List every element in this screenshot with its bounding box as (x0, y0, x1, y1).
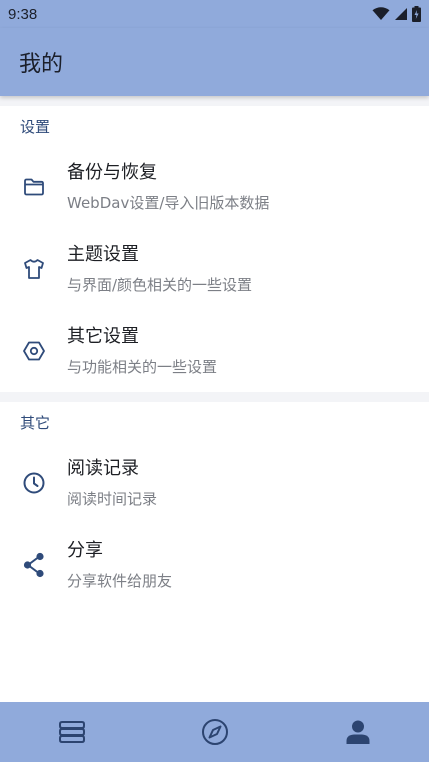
nav-explore[interactable] (180, 702, 250, 762)
person-icon (346, 720, 369, 744)
item-subtitle: 分享软件给朋友 (67, 572, 173, 590)
wifi-icon (372, 7, 390, 21)
compass-icon (201, 719, 228, 745)
item-subtitle: 与功能相关的一些设置 (67, 358, 218, 376)
page-title: 我的 (19, 52, 64, 77)
clock-icon (0, 471, 67, 495)
nav-mine[interactable] (323, 702, 393, 762)
folder-icon (0, 177, 67, 197)
list-item-backup-restore[interactable]: 备份与恢复 WebDav设置/导入旧版本数据 (0, 146, 429, 228)
section-divider (0, 392, 429, 402)
bottom-navigation (0, 702, 429, 762)
item-title: 主题设置 (67, 244, 139, 265)
item-subtitle: 与界面/颜色相关的一些设置 (67, 276, 253, 294)
section-spacer (0, 96, 429, 106)
status-bar: 9:38 (0, 0, 429, 28)
share-icon (0, 552, 67, 578)
hex-nut-icon (0, 341, 67, 361)
list-item-other-settings[interactable]: 其它设置 与功能相关的一些设置 (0, 310, 429, 392)
signal-icon (395, 8, 407, 20)
list-item-share[interactable]: 分享 分享软件给朋友 (0, 524, 429, 606)
settings-list: 设置 备份与恢复 WebDav设置/导入旧版本数据 主题设置 与界面/颜色相关的… (0, 96, 429, 702)
list-item-theme-settings[interactable]: 主题设置 与界面/颜色相关的一些设置 (0, 228, 429, 310)
item-title: 备份与恢复 (67, 162, 157, 183)
item-title: 阅读记录 (67, 458, 139, 479)
item-subtitle: 阅读时间记录 (67, 490, 158, 508)
item-title: 分享 (67, 540, 103, 561)
status-time: 9:38 (8, 5, 38, 23)
section-header-other: 其它 (20, 413, 51, 432)
status-icons (372, 6, 421, 22)
app-bar: 我的 (0, 28, 429, 96)
item-title: 其它设置 (67, 326, 139, 347)
section-header-settings: 设置 (20, 117, 51, 136)
tshirt-icon (0, 258, 67, 280)
list-item-reading-history[interactable]: 阅读记录 阅读时间记录 (0, 442, 429, 524)
bookshelf-icon (58, 721, 85, 743)
nav-bookshelf[interactable] (37, 702, 107, 762)
item-subtitle: WebDav设置/导入旧版本数据 (67, 194, 270, 212)
battery-icon (412, 6, 421, 22)
